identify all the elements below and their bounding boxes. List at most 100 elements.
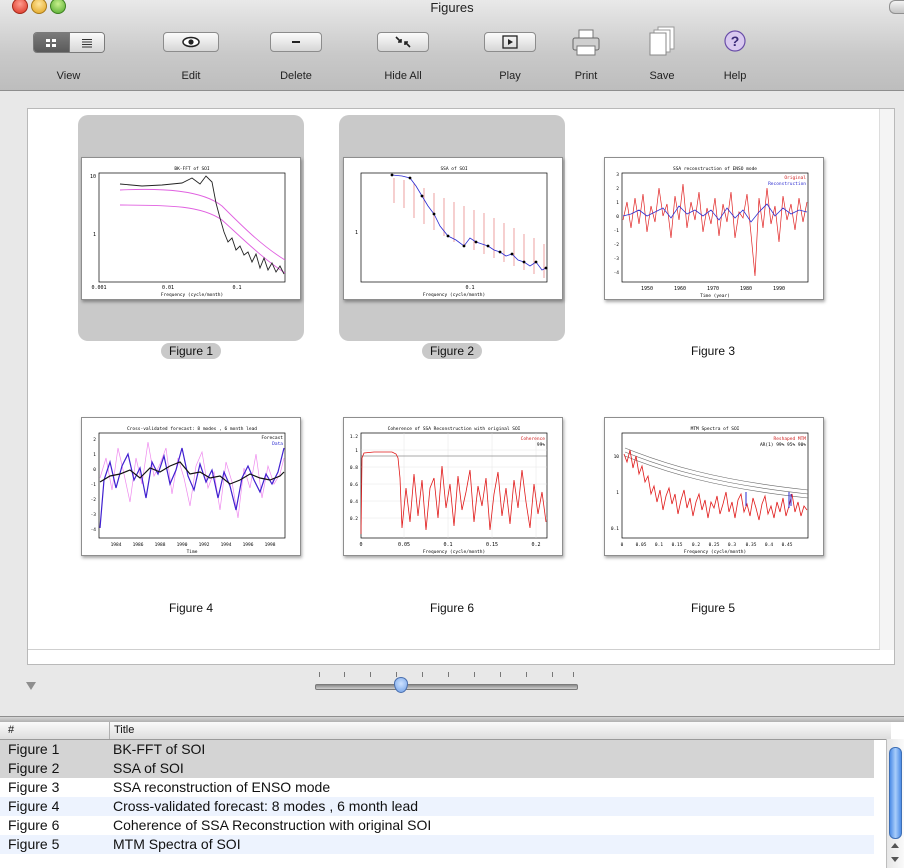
thumbnail-size-slider[interactable] (315, 672, 578, 693)
y-tick: -2 (91, 497, 97, 503)
x-tick: 1984 (111, 542, 122, 548)
table-row[interactable]: Figure 2 SSA of SOI (0, 759, 874, 778)
disclosure-triangle-icon[interactable] (26, 682, 36, 690)
figure-cell-1[interactable]: BK-FFT of SOI Frequency (cycle/month) 0.… (78, 115, 304, 365)
y-tick: 3 (616, 172, 619, 178)
y-tick: 1 (355, 448, 358, 454)
y-tick: 2 (616, 186, 619, 192)
x-tick: 0.1 (443, 542, 452, 548)
table-row[interactable]: Figure 4 Cross-validated forecast: 8 mod… (0, 797, 874, 816)
y-tick: -1 (614, 228, 620, 234)
figure-xlabel: Time (year) (700, 293, 730, 299)
x-tick: 0.2 (531, 542, 540, 548)
figure-thumbnail[interactable]: MTM Spectra of SOI Frequency (cycle/mont… (604, 417, 824, 556)
grid-bottom-border (28, 649, 880, 650)
y-tick: 1 (93, 232, 96, 238)
x-tick: 1996 (243, 542, 254, 548)
slider-tick (396, 672, 397, 677)
x-tick: 0.2 (692, 542, 700, 548)
figure-title: SSA reconstruction of ENSO mode (673, 166, 757, 172)
x-tick: 1986 (133, 542, 144, 548)
column-header-title[interactable]: Title (114, 724, 134, 736)
y-tick: 0.1 (611, 526, 619, 532)
y-tick: -2 (614, 242, 620, 248)
play-button-face[interactable] (484, 32, 536, 52)
figure-list-table: # Title Figure 1 BK-FFT of SOI Figure 2 … (0, 722, 904, 868)
table-row[interactable]: Figure 6 Coherence of SSA Reconstruction… (0, 816, 874, 835)
scroll-up-arrow-icon[interactable] (891, 843, 899, 848)
row-number: Figure 1 (8, 741, 60, 757)
figure-thumbnail[interactable]: SSA of SOI Frequency (cycle/month) 0.1 1 (343, 157, 563, 300)
scroll-down-arrow-icon[interactable] (891, 857, 899, 862)
figure-caption[interactable]: Figure 1 (78, 343, 304, 359)
figure-caption[interactable]: Figure 3 (600, 344, 826, 358)
grid-vertical-scrollbar[interactable] (879, 109, 894, 650)
figure-cell-2[interactable]: SSA of SOI Frequency (cycle/month) 0.1 1… (339, 115, 565, 365)
figure-cell-4[interactable]: Cross-validated forecast: 8 modes , 6 mo… (78, 375, 304, 625)
slider-knob[interactable] (394, 677, 408, 693)
hide-all-label: Hide All (384, 70, 422, 82)
table-row-empty (0, 854, 874, 868)
y-tick: 1 (93, 452, 96, 458)
delete-button-face[interactable] (270, 32, 322, 52)
slider-tick (344, 672, 345, 677)
view-label: View (56, 70, 81, 82)
table-header: # Title (0, 722, 891, 740)
x-tick: 1970 (707, 286, 719, 292)
figure-thumbnail[interactable]: Coherence of SSA Reconstruction with ori… (343, 417, 563, 556)
figure-cell-6[interactable]: Coherence of SSA Reconstruction with ori… (339, 375, 565, 625)
legend-entry: Original (784, 175, 806, 181)
list-view-icon[interactable] (68, 33, 104, 52)
figure-caption[interactable]: Figure 6 (339, 601, 565, 615)
figure-thumbnail[interactable]: Cross-validated forecast: 8 modes , 6 mo… (81, 417, 301, 556)
figure-caption[interactable]: Figure 2 (339, 343, 565, 359)
figure-title: SSA of SOI (440, 166, 467, 172)
column-header-number[interactable]: # (8, 724, 14, 736)
svg-text:?: ? (731, 33, 740, 49)
row-number: Figure 5 (8, 836, 60, 852)
slider-track[interactable] (315, 684, 578, 690)
figure-cell-3[interactable]: SSA reconstruction of ENSO mode Time (ye… (600, 115, 826, 365)
figure-cell-5[interactable]: MTM Spectra of SOI Frequency (cycle/mont… (600, 375, 826, 625)
x-tick: 0.35 (746, 542, 757, 548)
scrollbar-thumb[interactable] (889, 747, 902, 839)
grid-view-icon[interactable] (34, 33, 69, 52)
y-tick: -3 (91, 512, 97, 518)
figure-xlabel: Frequency (cycle/month) (161, 292, 223, 298)
x-tick: 1990 (773, 286, 785, 292)
printer-icon (572, 29, 600, 56)
table-row[interactable]: Figure 3 SSA reconstruction of ENSO mode (0, 778, 874, 797)
x-tick: 1994 (221, 542, 232, 548)
y-tick: 0 (616, 214, 619, 220)
table-row[interactable]: Figure 1 BK-FFT of SOI (0, 740, 874, 759)
figure-thumbnail[interactable]: BK-FFT of SOI Frequency (cycle/month) 0.… (81, 157, 301, 300)
edit-button-face[interactable] (163, 32, 219, 52)
table-vertical-scrollbar[interactable] (886, 739, 904, 868)
row-number: Figure 2 (8, 760, 60, 776)
row-title: SSA of SOI (113, 760, 184, 776)
figure-caption[interactable]: Figure 5 (600, 601, 826, 615)
legend-entry: 99% (537, 442, 545, 448)
y-tick: -4 (614, 270, 620, 276)
column-separator[interactable] (109, 722, 110, 739)
row-title: MTM Spectra of SOI (113, 836, 241, 852)
y-tick: 1 (616, 490, 619, 496)
legend-entry: Reconstruction (768, 181, 806, 187)
window-toolbar: Figures View Edit Delete Hide All Play P… (0, 0, 904, 91)
slider-tick (552, 672, 553, 677)
hide-all-button-face[interactable] (377, 32, 429, 52)
row-number: Figure 4 (8, 798, 60, 814)
save-label: Save (649, 70, 675, 82)
figure-thumbnail[interactable]: SSA reconstruction of ENSO mode Time (ye… (604, 157, 824, 300)
x-tick: 1988 (155, 542, 166, 548)
figure-caption[interactable]: Figure 4 (78, 601, 304, 615)
y-tick: 1.2 (350, 434, 358, 440)
collapse-arrows-icon (395, 36, 411, 48)
figure-title: Coherence of SSA Reconstruction with ori… (388, 426, 521, 432)
table-row[interactable]: Figure 5 MTM Spectra of SOI (0, 835, 874, 854)
y-tick: 10 (614, 454, 620, 460)
slider-tick (370, 672, 371, 677)
view-segmented-control[interactable] (33, 32, 105, 53)
figure-xlabel: Time (187, 549, 198, 555)
slider-tick (573, 672, 574, 677)
